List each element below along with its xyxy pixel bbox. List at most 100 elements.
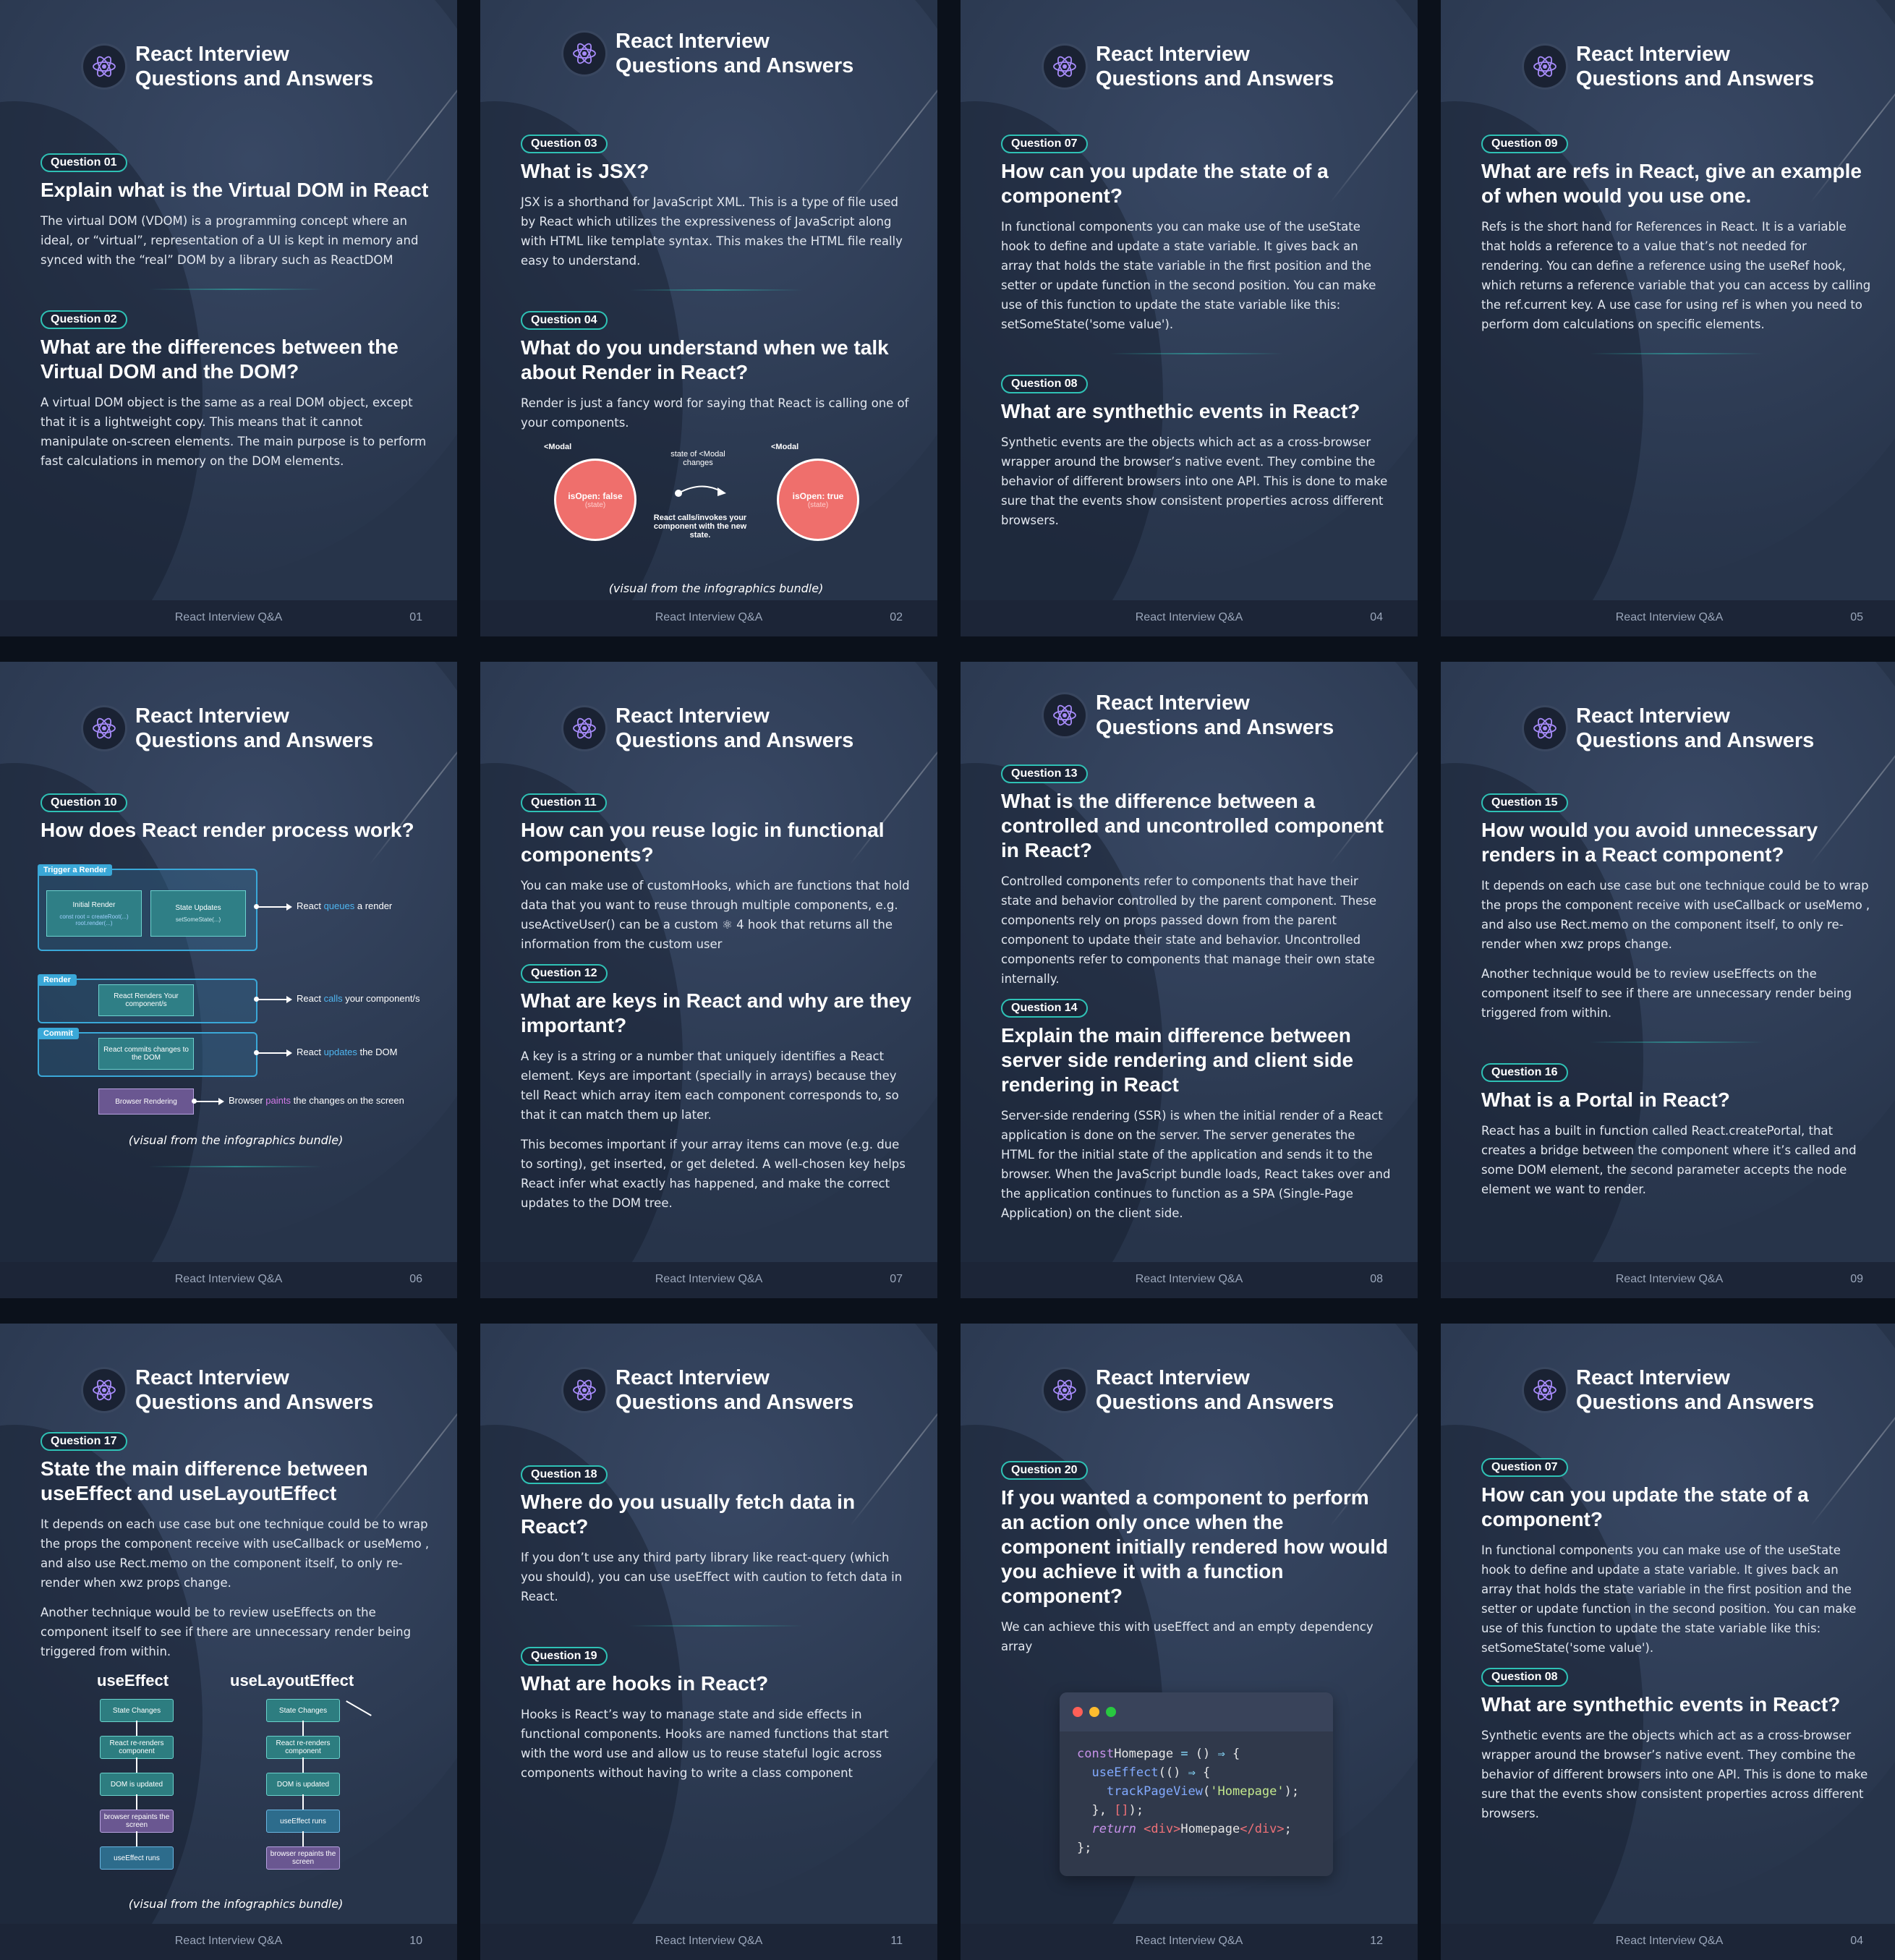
effect-step: DOM is updated bbox=[100, 1773, 174, 1796]
code-token: useEffect bbox=[1091, 1765, 1159, 1780]
footer-label: React Interview Q&A bbox=[1135, 1935, 1243, 1947]
series-title-line2: Questions and Answers bbox=[135, 1391, 374, 1414]
page-footer: React Interview Q&A 04 bbox=[961, 600, 1418, 636]
page-header: React Interview Questions and Answers bbox=[480, 29, 937, 78]
react-logo-icon bbox=[83, 1369, 125, 1411]
page-footer: React Interview Q&A 11 bbox=[480, 1924, 937, 1960]
footer-label: React Interview Q&A bbox=[1615, 611, 1724, 623]
page-6: React Interview Questions and Answers Ques… bbox=[480, 662, 937, 1298]
page-footer: React Interview Q&A 09 bbox=[1441, 1262, 1895, 1298]
answer-text: JSX is a shorthand for JavaScript XML. T… bbox=[521, 195, 903, 268]
page-content: Question 18 Where do you usually fetch da… bbox=[521, 1465, 911, 1793]
series-title-line1: React Interview bbox=[135, 43, 289, 66]
infographic-caption: (visual from the infographics bundle) bbox=[128, 1897, 344, 1911]
series-title-line1: React Interview bbox=[616, 30, 770, 53]
question-badge: Question 07 bbox=[1001, 135, 1088, 153]
page-footer: React Interview Q&A 12 bbox=[961, 1924, 1418, 1960]
render-process-diagram: Trigger a Render Initial Render const root… bbox=[38, 857, 431, 1125]
state-updates-code: setSomeState(...) bbox=[175, 916, 221, 923]
flow-note-3: React updates the DOM bbox=[297, 1047, 397, 1057]
footer-label: React Interview Q&A bbox=[1615, 1273, 1724, 1285]
answer-text: React has a built in function called Rea… bbox=[1481, 1124, 1857, 1196]
footer-label: React Interview Q&A bbox=[174, 611, 283, 623]
question-badge: Question 17 bbox=[41, 1432, 127, 1451]
react-logo-icon bbox=[1524, 707, 1566, 749]
series-title-line2: Questions and Answers bbox=[135, 729, 374, 752]
question-title: If you wanted a component to perform an … bbox=[1001, 1486, 1389, 1607]
page-header: React Interview Questions and Answers bbox=[480, 1365, 937, 1415]
question-badge: Question 02 bbox=[41, 310, 127, 329]
code-window: constHomepage = () ⇒ { useEffect(() ⇒ { … bbox=[1060, 1692, 1333, 1876]
code-line: return <div>Homepage</div>; bbox=[1077, 1820, 1316, 1838]
page-10: React Interview Questions and Answers Ques… bbox=[480, 1324, 937, 1960]
page-4: React Interview Questions and Answers Ques… bbox=[1441, 0, 1895, 636]
react-logo-icon bbox=[1044, 46, 1086, 88]
flow-note-part: your component/s bbox=[342, 993, 420, 1004]
question-badge: Question 01 bbox=[41, 153, 127, 172]
question-section: Question 16 What is a Portal in React? Rea… bbox=[1481, 1063, 1872, 1199]
flow-note-part: React bbox=[297, 1047, 324, 1057]
flow-note-part: the DOM bbox=[357, 1047, 398, 1057]
close-dot-icon bbox=[1073, 1707, 1083, 1717]
question-section: Question 04 What do you understand when w… bbox=[521, 311, 911, 433]
page-content: Question 07 How can you update the state … bbox=[1001, 135, 1392, 540]
question-title: What are the differences between the Vir… bbox=[41, 336, 399, 383]
series-title-line2: Questions and Answers bbox=[616, 1391, 854, 1414]
layout-effect-branch bbox=[346, 1700, 372, 1716]
question-badge: Question 15 bbox=[1481, 793, 1568, 812]
question-section: Question 18 Where do you usually fetch da… bbox=[521, 1465, 911, 1606]
page-3: React Interview Questions and Answers Ques… bbox=[961, 0, 1418, 636]
react-logo-icon bbox=[563, 33, 605, 74]
page-header: React Interview Questions and Answers bbox=[480, 704, 937, 753]
answer-text: Synthetic events are the objects which a… bbox=[1001, 435, 1388, 527]
answer-text: Server-side rendering (SSR) is when the … bbox=[1001, 1109, 1391, 1220]
series-title: React Interview Questions and Answers bbox=[1096, 42, 1334, 91]
render-state-diagram: <Modal <Modal isOpen: false (state) isOpen: … bbox=[521, 443, 911, 573]
section-divider bbox=[629, 289, 803, 291]
section-divider bbox=[1590, 353, 1763, 354]
page-header: React Interview Questions and Answers bbox=[961, 1365, 1418, 1415]
footer-label: React Interview Q&A bbox=[655, 1935, 763, 1947]
section-divider bbox=[1110, 353, 1283, 354]
answer-text: Hooks is React’s way to manage state and… bbox=[521, 1708, 889, 1780]
code-window-titlebar bbox=[1060, 1692, 1333, 1731]
answer-text: Synthetic events are the objects which a… bbox=[1481, 1729, 1868, 1820]
page-number: 01 bbox=[409, 611, 422, 623]
flow-arrow bbox=[256, 903, 292, 911]
question-section: Question 15 How would you avoid unnecessa… bbox=[1481, 793, 1872, 1023]
modal-tag-left: <Modal bbox=[544, 443, 572, 451]
code-token: { bbox=[1195, 1765, 1211, 1780]
code-token: ⇒ bbox=[1188, 1765, 1196, 1780]
answer-text: The virtual DOM (VDOM) is a programming … bbox=[41, 214, 419, 267]
circle-sublabel: (state) bbox=[584, 500, 606, 509]
page-footer: React Interview Q&A 01 bbox=[0, 600, 457, 636]
effect-step: React re-renders component bbox=[266, 1736, 340, 1759]
page-11: React Interview Questions and Answers Ques… bbox=[961, 1324, 1418, 1960]
flow-note-part: a render bbox=[354, 900, 393, 911]
series-title-line1: React Interview bbox=[1096, 43, 1250, 66]
initial-render-code: const root = createRoot(...) root.render… bbox=[59, 913, 129, 926]
code-token: }, bbox=[1077, 1803, 1115, 1818]
page-content: Question 09 What are refs in React, give … bbox=[1481, 135, 1872, 375]
flow-note-4: Browser paints the changes on the screen bbox=[229, 1095, 404, 1106]
question-title: How can you update the state of a compon… bbox=[1001, 160, 1329, 207]
renders-component-box: React Renders Your component/s bbox=[98, 984, 194, 1016]
page-header: React Interview Questions and Answers bbox=[1441, 42, 1895, 91]
page-12: React Interview Questions and Answers Ques… bbox=[1441, 1324, 1895, 1960]
render-phase-tag: Render bbox=[38, 974, 77, 986]
code-token: Homepage bbox=[1180, 1822, 1240, 1836]
question-title: What are synthethic events in React? bbox=[1001, 400, 1360, 422]
code-line: }; bbox=[1077, 1838, 1316, 1857]
page-content: Question 10 How does React render process… bbox=[38, 793, 431, 1188]
effect-step: useEffect runs bbox=[266, 1810, 340, 1833]
code-line: useEffect(() ⇒ { bbox=[1077, 1763, 1316, 1782]
answer-text: Another technique would be to review use… bbox=[41, 1606, 412, 1658]
page-7: React Interview Questions and Answers Ques… bbox=[961, 662, 1418, 1298]
question-title: What are refs in React, give an example … bbox=[1481, 160, 1862, 207]
question-badge: Question 14 bbox=[1001, 999, 1088, 1018]
series-title: React Interview Questions and Answers bbox=[135, 42, 374, 91]
commits-dom-box: React commits changes to the DOM bbox=[98, 1038, 194, 1070]
